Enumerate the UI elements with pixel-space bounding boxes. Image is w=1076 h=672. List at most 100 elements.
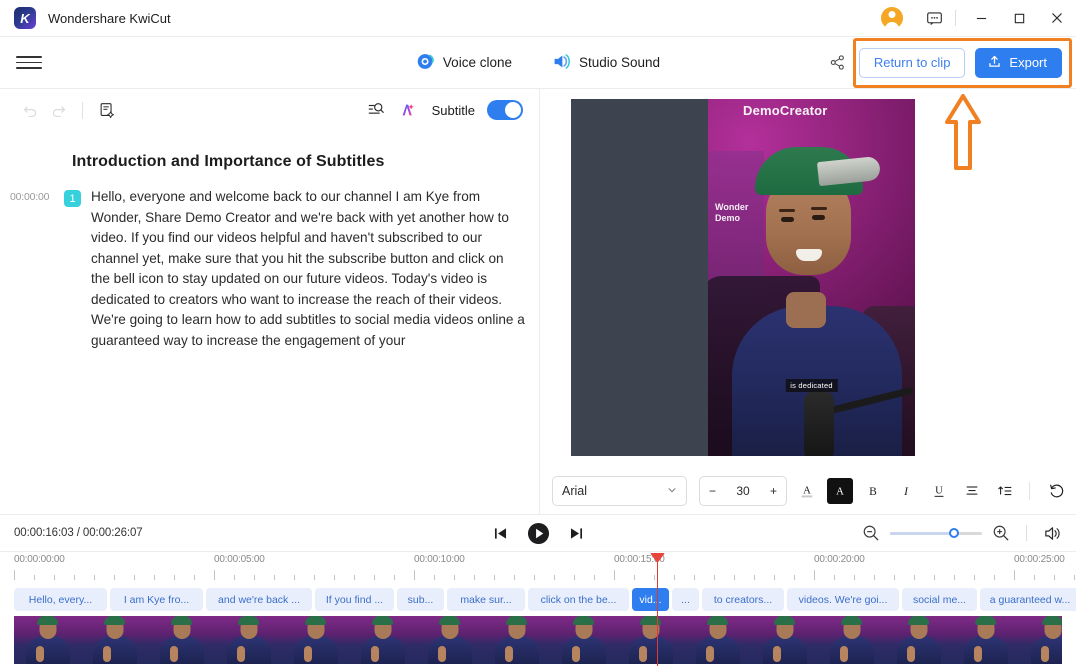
ruler-tick — [1034, 575, 1035, 580]
subtitle-label: Subtitle — [431, 102, 475, 118]
voice-clone-icon — [416, 52, 435, 74]
redo-icon[interactable] — [44, 96, 72, 124]
voice-clone-label: Voice clone — [442, 55, 512, 70]
ai-magic-icon[interactable] — [394, 96, 422, 124]
ruler-tick — [294, 575, 295, 580]
timeline-ruler[interactable]: 00:00:00:00 00:00:05:00 00:00:10:00 00:00:1… — [0, 552, 1076, 586]
app-title: Wondershare KwiCut — [48, 10, 171, 26]
playhead[interactable] — [650, 553, 665, 666]
subtitle-clip[interactable]: and we're back ... — [206, 588, 312, 611]
video-filmstrip-track[interactable] — [14, 616, 1062, 664]
minimize-button[interactable] — [962, 0, 1000, 37]
ruler-tick — [414, 570, 415, 580]
filmstrip-frame — [885, 616, 952, 664]
subtitle-clip[interactable]: vid... — [632, 588, 669, 611]
ruler-tick — [574, 575, 575, 580]
filmstrip-frame — [14, 616, 81, 664]
ruler-label: 00:00:20:00 — [814, 554, 865, 565]
text-color-button[interactable]: A — [794, 478, 820, 504]
italic-button[interactable]: I — [893, 478, 919, 504]
ruler-tick — [374, 575, 375, 580]
chat-bubble-icon[interactable] — [919, 3, 949, 33]
search-list-icon[interactable] — [362, 96, 390, 124]
video-overlay-wonder: Wonder Demo — [715, 202, 749, 223]
document-magic-icon[interactable] — [93, 96, 121, 124]
subtitle-clip[interactable]: make sur... — [447, 588, 525, 611]
ruler-tick — [854, 575, 855, 580]
play-button[interactable] — [527, 522, 550, 545]
ruler-tick — [14, 570, 15, 580]
svg-text:I: I — [903, 486, 909, 498]
font-family-select[interactable]: Arial — [552, 476, 687, 506]
subtitle-clip[interactable]: sub... — [397, 588, 444, 611]
subtitle-clip[interactable]: I am Kye fro... — [110, 588, 203, 611]
subtitle-clip-track: Hello, every... I am Kye fro... and we're … — [0, 588, 1076, 614]
ruler-tick — [434, 575, 435, 580]
subtitle-clip[interactable]: a guaranteed w... — [980, 588, 1076, 611]
ruler-tick — [1014, 570, 1015, 580]
paragraph-text[interactable]: Hello, everyone and welcome back to our … — [91, 187, 525, 351]
export-label: Export — [1009, 55, 1047, 70]
video-microphone — [804, 390, 834, 456]
subtitle-clip[interactable]: ... — [672, 588, 699, 611]
video-subtitle-overlay[interactable]: is dedicated — [785, 379, 838, 392]
close-button[interactable] — [1038, 0, 1076, 37]
zoom-slider-knob[interactable] — [949, 528, 960, 538]
subtitle-clip[interactable]: videos. We're goi... — [787, 588, 899, 611]
filmstrip-frame — [349, 616, 416, 664]
ruler-tick — [674, 575, 675, 580]
svg-text:A: A — [836, 487, 844, 498]
subtitle-clip[interactable]: to creators... — [702, 588, 784, 611]
ruler-tick — [454, 575, 455, 580]
ruler-tick — [754, 575, 755, 580]
reset-button[interactable] — [1044, 478, 1070, 504]
filmstrip-frame — [684, 616, 751, 664]
filmstrip-frame — [617, 616, 684, 664]
subtitle-clip[interactable]: If you find ... — [315, 588, 394, 611]
app-window: K Wondershare KwiCut Voice clone Studio … — [0, 0, 1076, 672]
zoom-slider[interactable] — [890, 528, 982, 538]
transcript-panel: Subtitle Introduction and Importance of … — [0, 89, 540, 514]
export-upload-icon — [987, 54, 1002, 72]
ruler-tick — [814, 570, 815, 580]
subtitle-clip[interactable]: social me... — [902, 588, 977, 611]
bold-button[interactable]: B — [860, 478, 886, 504]
timeline-control-bar: 00:00:16:03 / 00:00:26:07 — [0, 514, 1076, 552]
share-icon[interactable] — [823, 48, 853, 78]
ruler-tick — [174, 575, 175, 580]
export-button[interactable]: Export — [975, 47, 1062, 78]
studio-sound-button[interactable]: Studio Sound — [552, 52, 660, 74]
ruler-label: 00:00:05:00 — [214, 554, 265, 565]
skip-next-icon[interactable] — [568, 525, 585, 542]
ruler-tick — [774, 575, 775, 580]
font-size-stepper[interactable]: − 30 + — [699, 476, 787, 506]
ruler-tick — [354, 575, 355, 580]
avatar[interactable] — [881, 7, 903, 29]
ruler-tick — [714, 575, 715, 580]
video-stage[interactable]: DemoCreator Wonder Demo is dedicated — [571, 99, 915, 456]
skip-previous-icon[interactable] — [492, 525, 509, 542]
voice-clone-button[interactable]: Voice clone — [416, 52, 512, 74]
line-spacing-button[interactable] — [992, 478, 1018, 504]
return-to-clip-button[interactable]: Return to clip — [858, 47, 966, 78]
subtitle-toggle[interactable] — [487, 100, 523, 120]
font-family-value: Arial — [562, 484, 588, 498]
ruler-tick — [614, 570, 615, 580]
ruler-tick — [54, 575, 55, 580]
align-button[interactable] — [959, 478, 985, 504]
transcript-toolbar: Subtitle — [0, 89, 539, 131]
ruler-tick — [1074, 575, 1075, 580]
underline-button[interactable]: U — [926, 478, 952, 504]
subtitle-clip[interactable]: click on the be... — [528, 588, 629, 611]
font-size-decrease-button[interactable]: − — [709, 484, 716, 498]
svg-text:A: A — [803, 486, 811, 497]
maximize-button[interactable] — [1000, 0, 1038, 37]
svg-text:U: U — [935, 486, 943, 497]
undo-icon[interactable] — [16, 96, 44, 124]
subtitle-clip[interactable]: Hello, every... — [14, 588, 107, 611]
speaker-badge[interactable]: 1 — [64, 190, 81, 207]
ruler-tick — [534, 575, 535, 580]
font-size-increase-button[interactable]: + — [770, 484, 777, 498]
ruler-tick — [694, 575, 695, 580]
text-highlight-button[interactable]: A — [827, 478, 853, 504]
